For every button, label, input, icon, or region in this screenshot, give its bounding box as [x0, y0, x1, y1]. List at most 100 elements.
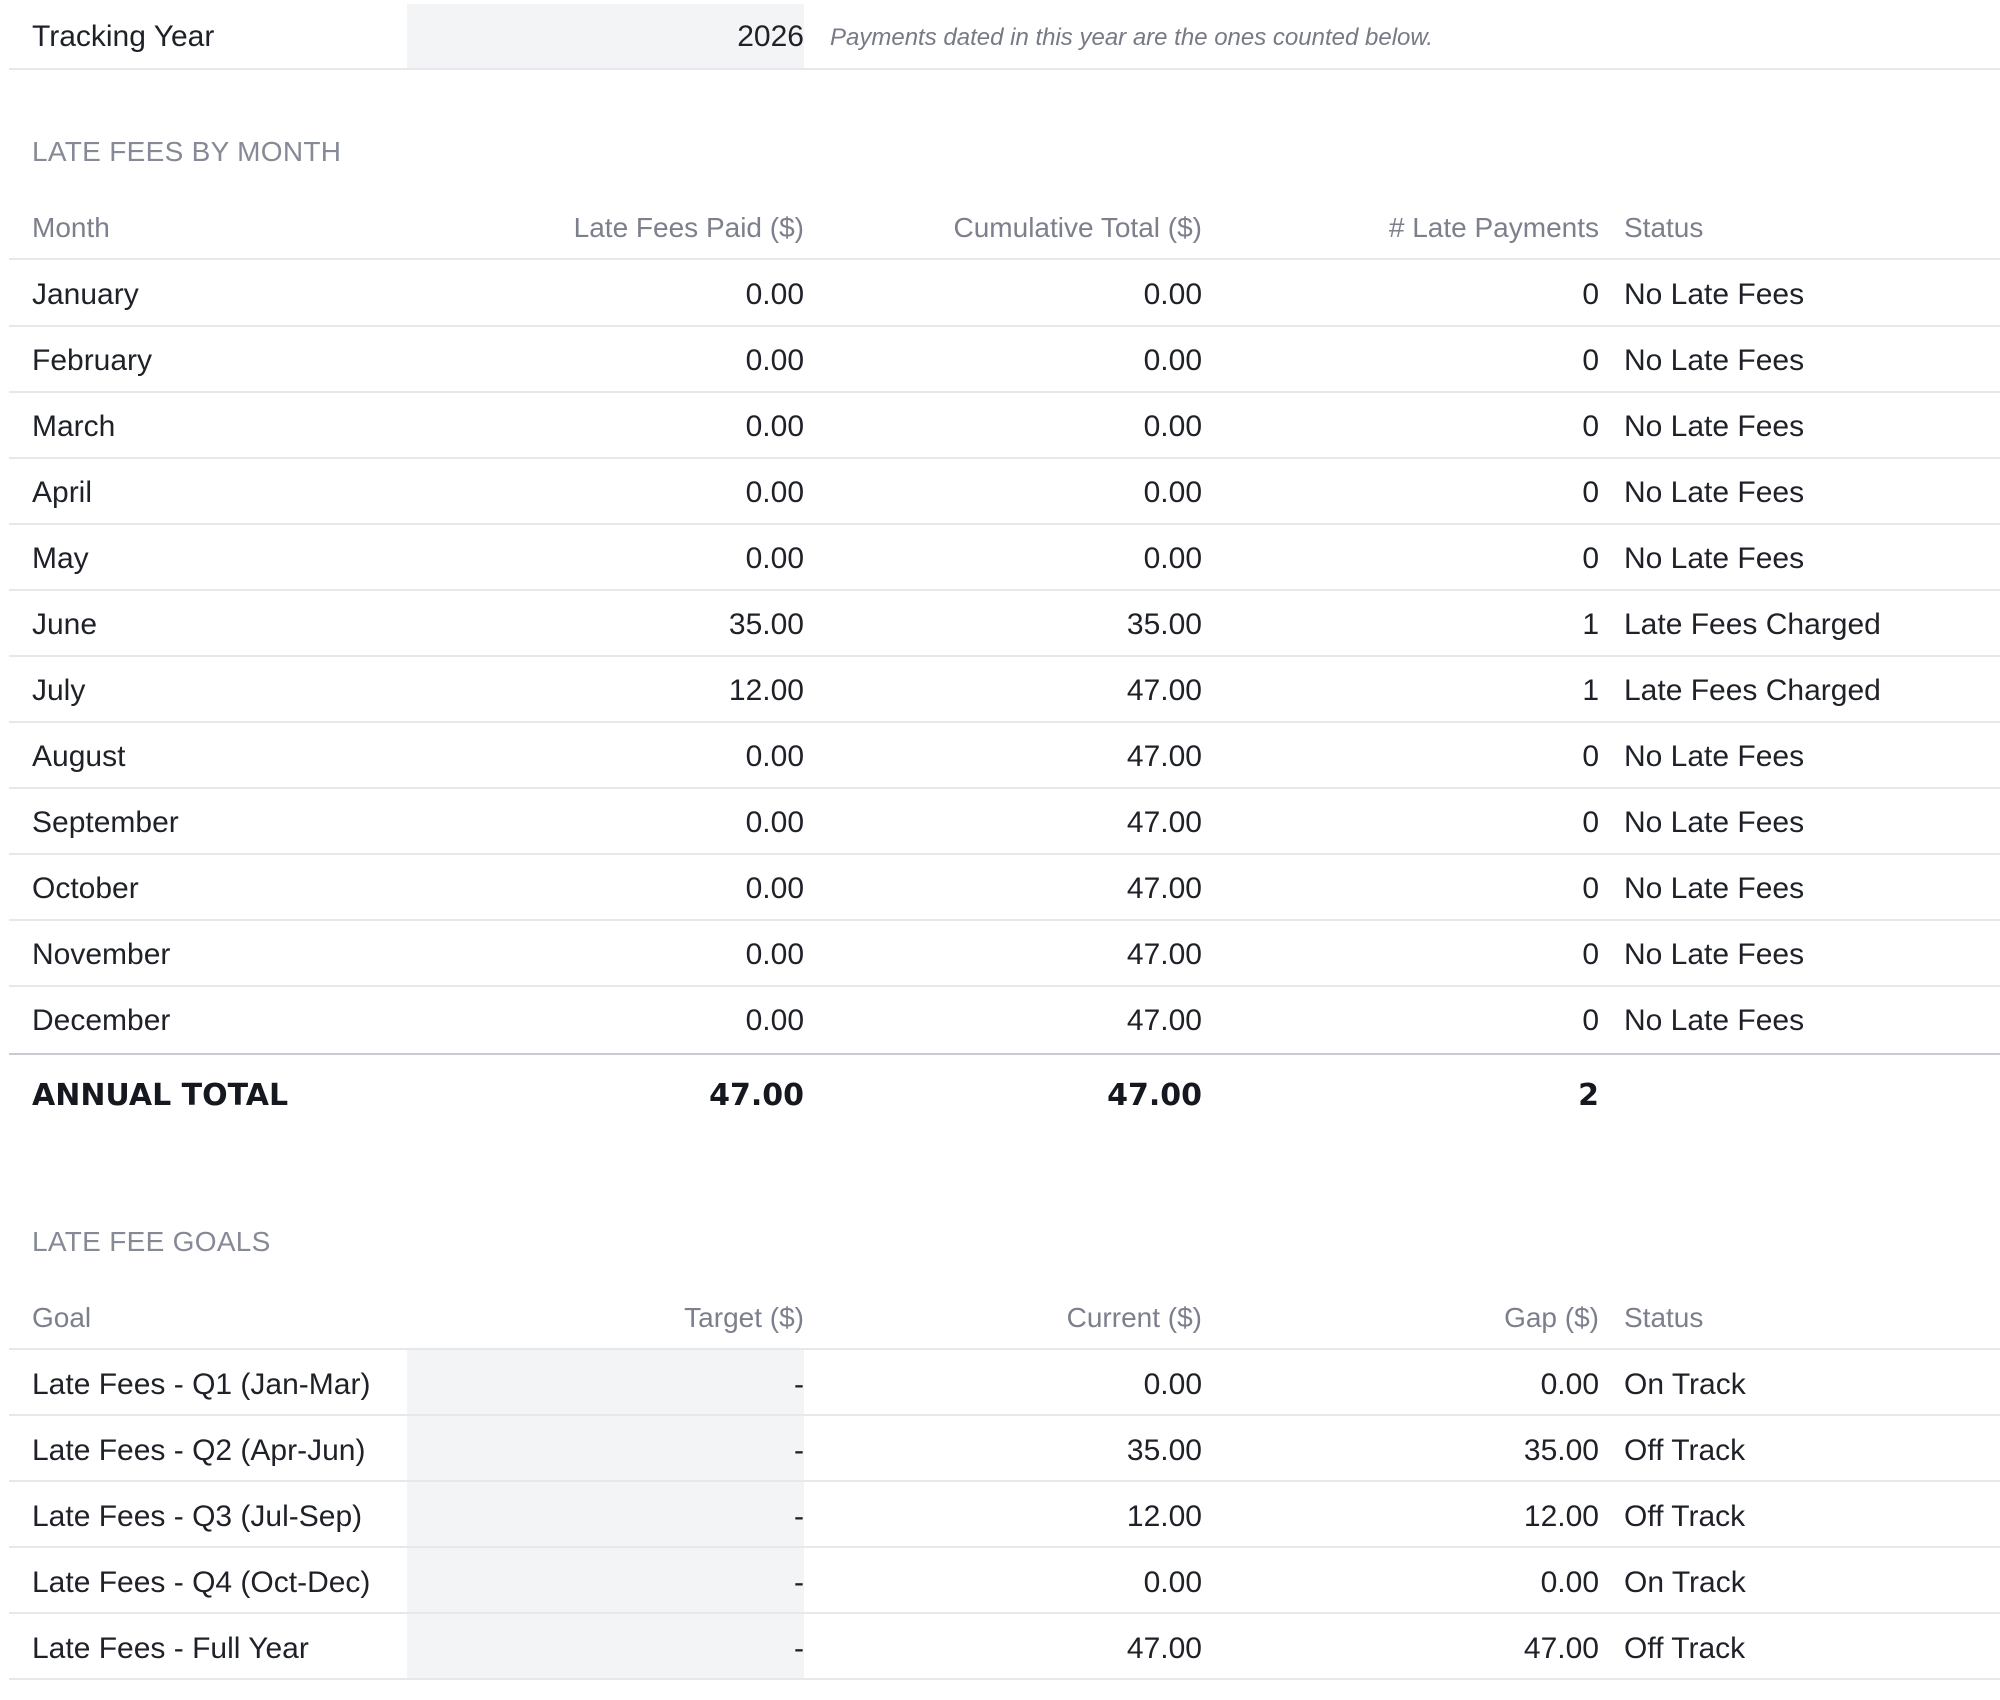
status-cell: No Late Fees: [1624, 476, 1805, 509]
late-fees-paid-cell: 35.00: [728, 608, 804, 641]
row-divider: [9, 721, 2000, 723]
target-input[interactable]: -: [407, 1436, 804, 1466]
row-divider: [9, 523, 2000, 525]
row-divider: [9, 853, 2000, 855]
gap-cell: 0.00: [1540, 1566, 1599, 1599]
current-cell: 0.00: [1143, 1368, 1202, 1401]
month-cell: August: [32, 740, 126, 773]
current-cell: 0.00: [1143, 1566, 1202, 1599]
col-header-status: Status: [1624, 212, 1704, 243]
late-fees-paid-cell: 12.00: [728, 674, 804, 707]
late-payments-cell: 0: [1582, 872, 1599, 905]
cumulative-total-cell: 0.00: [1143, 278, 1202, 311]
row-divider: [9, 457, 2000, 459]
late-payments-cell: 0: [1582, 1004, 1599, 1037]
divider: [9, 258, 2000, 260]
month-cell: October: [32, 872, 139, 905]
col-header-cumulative-total: Cumulative Total ($): [953, 212, 1202, 243]
late-fees-paid-cell: 0.00: [745, 872, 804, 905]
month-cell: April: [32, 476, 93, 509]
goal-status-cell: Off Track: [1624, 1632, 1746, 1665]
col-header-late-payments: # Late Payments: [1388, 212, 1599, 243]
late-fees-paid-cell: 0.00: [745, 938, 804, 971]
annual-total-cumulative: 47.00: [1107, 1078, 1202, 1113]
cumulative-total-cell: 0.00: [1143, 476, 1202, 509]
late-payments-cell: 0: [1582, 740, 1599, 773]
goal-name-cell: Late Fees - Q4 (Oct-Dec): [32, 1566, 371, 1599]
status-cell: No Late Fees: [1624, 410, 1805, 443]
late-payments-cell: 1: [1582, 608, 1599, 641]
col-header-gap: Gap ($): [1504, 1302, 1599, 1333]
month-cell: September: [32, 806, 179, 839]
cumulative-total-cell: 35.00: [1126, 608, 1202, 641]
late-payments-cell: 1: [1582, 674, 1599, 707]
month-cell: July: [32, 674, 86, 707]
col-header-late-fees-paid: Late Fees Paid ($): [573, 212, 804, 243]
col-header-target: Target ($): [684, 1302, 804, 1333]
late-payments-cell: 0: [1582, 410, 1599, 443]
goal-status-cell: On Track: [1624, 1566, 1746, 1599]
target-input[interactable]: -: [407, 1634, 804, 1664]
gap-cell: 47.00: [1523, 1632, 1599, 1665]
status-cell: No Late Fees: [1624, 872, 1805, 905]
col-header-current: Current ($): [1066, 1302, 1202, 1333]
monthly-section-title: LATE FEES BY MONTH: [32, 136, 342, 167]
row-divider: [9, 1546, 2000, 1548]
divider: [9, 68, 2000, 70]
row-divider: [9, 391, 2000, 393]
month-cell: February: [32, 344, 153, 377]
row-divider: [9, 985, 2000, 987]
cumulative-total-cell: 47.00: [1126, 1004, 1202, 1037]
late-payments-cell: 0: [1582, 278, 1599, 311]
goal-name-cell: Late Fees - Q3 (Jul-Sep): [32, 1500, 363, 1533]
status-cell: No Late Fees: [1624, 344, 1805, 377]
status-cell: Late Fees Charged: [1624, 608, 1881, 641]
row-divider: [9, 919, 2000, 921]
late-fees-paid-cell: 0.00: [745, 410, 804, 443]
current-cell: 47.00: [1126, 1632, 1202, 1665]
late-fees-paid-cell: 0.00: [745, 542, 804, 575]
target-input[interactable]: -: [407, 1502, 804, 1532]
current-cell: 12.00: [1126, 1500, 1202, 1533]
status-cell: No Late Fees: [1624, 806, 1805, 839]
late-fees-paid-cell: 0.00: [745, 278, 804, 311]
col-header-goal-status: Status: [1624, 1302, 1704, 1333]
col-header-goal: Goal: [32, 1302, 92, 1333]
late-fees-paid-cell: 0.00: [745, 344, 804, 377]
row-divider: [9, 1678, 2000, 1680]
tracking-year-note: Payments dated in this year are the ones…: [830, 24, 1434, 51]
goal-status-cell: Off Track: [1624, 1434, 1746, 1467]
status-cell: No Late Fees: [1624, 1004, 1805, 1037]
cumulative-total-cell: 47.00: [1126, 872, 1202, 905]
annual-total-late-fees: 47.00: [709, 1078, 804, 1113]
row-divider: [9, 1414, 2000, 1416]
month-cell: March: [32, 410, 116, 443]
cumulative-total-cell: 47.00: [1126, 740, 1202, 773]
divider: [9, 1348, 2000, 1350]
month-cell: December: [32, 1004, 171, 1037]
target-input[interactable]: -: [407, 1370, 804, 1400]
gap-cell: 12.00: [1523, 1500, 1599, 1533]
goal-name-cell: Late Fees - Q1 (Jan-Mar): [32, 1368, 371, 1401]
tracking-year-label: Tracking Year: [32, 20, 215, 53]
late-fees-paid-cell: 0.00: [745, 1004, 804, 1037]
target-input[interactable]: -: [407, 1568, 804, 1598]
current-cell: 35.00: [1126, 1434, 1202, 1467]
row-divider: [9, 1480, 2000, 1482]
status-cell: No Late Fees: [1624, 542, 1805, 575]
goal-status-cell: Off Track: [1624, 1500, 1746, 1533]
col-header-month: Month: [32, 212, 110, 243]
annual-total-label: ANNUAL TOTAL: [32, 1078, 289, 1113]
cumulative-total-cell: 0.00: [1143, 344, 1202, 377]
row-divider: [9, 1612, 2000, 1614]
gap-cell: 0.00: [1540, 1368, 1599, 1401]
goal-name-cell: Late Fees - Q2 (Apr-Jun): [32, 1434, 366, 1467]
status-cell: No Late Fees: [1624, 278, 1805, 311]
cumulative-total-cell: 47.00: [1126, 674, 1202, 707]
late-fees-paid-cell: 0.00: [745, 740, 804, 773]
total-divider: [9, 1053, 2000, 1055]
annual-total-late-payments: 2: [1578, 1078, 1599, 1113]
row-divider: [9, 787, 2000, 789]
tracking-year-input[interactable]: 2026: [407, 22, 804, 52]
cumulative-total-cell: 0.00: [1143, 542, 1202, 575]
